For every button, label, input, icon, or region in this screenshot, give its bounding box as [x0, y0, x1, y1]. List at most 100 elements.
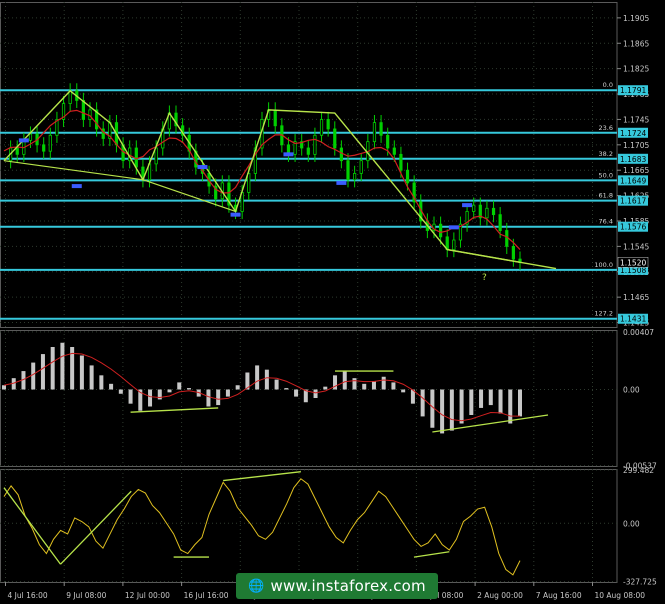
macd-bar [216, 389, 221, 406]
price-bar-body [28, 133, 33, 141]
macd-bar [167, 389, 172, 393]
macd-bar [381, 376, 386, 390]
price-bar-body [399, 153, 403, 171]
y-tick-label: 0.00407 [623, 328, 654, 337]
y-tick-label: 1.1865 [623, 39, 649, 48]
cci-line [3, 478, 521, 576]
fractal-marker [283, 152, 294, 157]
y-tick-label: 1.1545 [623, 242, 649, 251]
macd-bar [60, 342, 65, 390]
macd-bar [479, 389, 484, 408]
y-tick-label: 299.482 [623, 466, 654, 475]
price-bar-body [81, 99, 85, 120]
cci-trendline [413, 551, 450, 558]
fib-level-pct: 127.2 [594, 310, 613, 318]
fractal-marker [230, 212, 241, 217]
price-bar-body [386, 134, 390, 149]
y-tick-label: 1.1825 [623, 65, 649, 74]
macd-bar [342, 371, 347, 390]
current-price-label: 1.1520 [620, 258, 646, 267]
macd-bar [235, 385, 240, 390]
price-bar-body [319, 119, 324, 136]
fib-level-pct: 61.8 [599, 192, 613, 200]
price-bar-body [405, 169, 410, 184]
fib-level-value: 1.1683 [620, 155, 646, 164]
price-bar-body [339, 147, 343, 162]
macd-bar [89, 365, 94, 390]
macd-divergence-line [432, 414, 549, 433]
macd-divergence-line [130, 407, 219, 413]
price-bar-body [491, 207, 496, 216]
macd-bar [2, 385, 6, 390]
macd-bar [186, 388, 191, 390]
x-tick-label: 16 Jul 16:00 [184, 591, 229, 600]
macd-bar [371, 381, 376, 390]
watermark-text: www.instaforex.com [270, 577, 426, 595]
price-bar-body [247, 172, 251, 193]
y-tick-label: 1.1705 [623, 141, 649, 150]
fractal-marker [448, 225, 459, 230]
price-bar-body [353, 172, 357, 181]
price-bar-body [88, 109, 92, 120]
macd-bar [50, 347, 55, 390]
macd-bar [284, 388, 289, 390]
price-bar-body [326, 119, 330, 130]
fib-level-value: 1.1724 [620, 129, 646, 138]
macd-bar [488, 389, 493, 406]
fib-level-value: 1.1791 [620, 86, 646, 95]
fib-level-value: 1.1431 [620, 315, 646, 324]
macd-bar [118, 389, 123, 394]
watermark-banner: 🌐 www.instaforex.com [236, 573, 438, 599]
fib-level-pct: 0.0 [603, 81, 613, 89]
price-bar-body [439, 223, 443, 238]
macd-bar [401, 389, 406, 393]
macd-bar [508, 389, 513, 424]
fractal-marker [336, 180, 347, 185]
macd-bar [206, 389, 211, 407]
price-bar-body [15, 147, 19, 155]
macd-bar [274, 379, 279, 390]
cci-trendline [223, 471, 301, 482]
cci-trendline [60, 490, 132, 565]
macd-bar [323, 386, 328, 390]
y-tick-label: 1.1665 [623, 166, 649, 175]
fib-level-value: 1.1576 [620, 223, 646, 232]
fib-level-value: 1.1649 [620, 176, 646, 185]
fib-level-pct: 50.0 [599, 171, 613, 179]
fractal-marker [71, 184, 82, 189]
price-bar-body [452, 239, 456, 250]
panel-frame-macd [0, 330, 618, 467]
price-bar-body [498, 214, 502, 231]
macd-bar [99, 375, 104, 390]
macd-bar [313, 389, 318, 398]
x-tick-label: 2 Aug 00:00 [477, 591, 523, 600]
price-bar-body [313, 134, 317, 155]
price-bar-body [485, 207, 489, 219]
fractal-marker [197, 165, 208, 170]
fib-level-value: 1.1617 [620, 197, 646, 206]
price-bar-body [346, 160, 350, 181]
macd-bar [31, 362, 36, 390]
macd-bar [177, 382, 182, 390]
fractal-marker [18, 138, 29, 143]
price-bar-body [134, 147, 138, 168]
price-bar-body [505, 230, 509, 247]
fib-level-pct: 38.2 [599, 150, 613, 158]
macd-bar [440, 389, 445, 434]
y-tick-label: 0.00 [623, 519, 640, 528]
price-bar-body [359, 160, 363, 174]
price-bar-body [273, 109, 277, 127]
price-bar-body [333, 128, 337, 149]
x-tick-label: 12 Jul 00:00 [125, 591, 170, 600]
macd-bar [420, 389, 425, 417]
macd-bar [79, 355, 84, 390]
globe-icon: 🌐 [248, 578, 265, 594]
macd-bar [518, 389, 522, 417]
fractal-marker [462, 203, 473, 208]
x-tick-label: 10 Aug 08:00 [595, 591, 646, 600]
price-bar-body [306, 147, 310, 155]
macd-bar [391, 382, 396, 390]
y-tick-label: 0.00 [623, 386, 640, 395]
y-tick-label: 1.1465 [623, 293, 649, 302]
macd-bar [255, 365, 260, 390]
